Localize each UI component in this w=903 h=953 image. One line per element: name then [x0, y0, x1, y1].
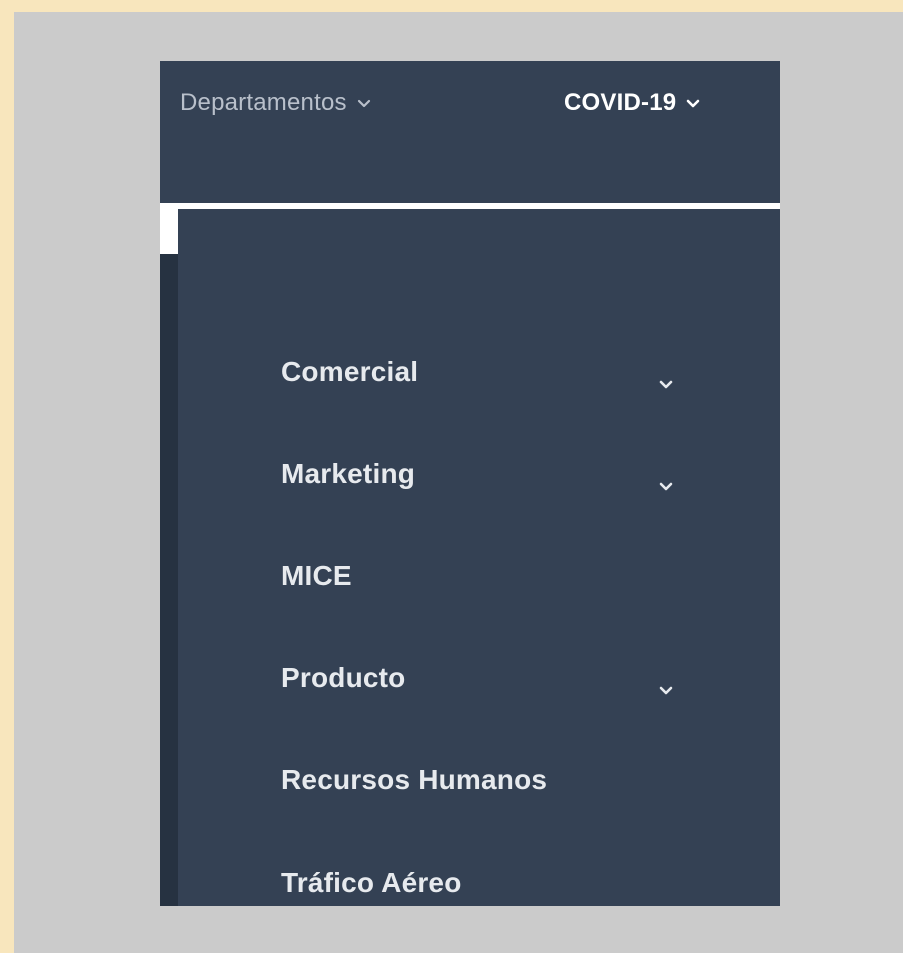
dropdown-item-marketing[interactable]: Marketing	[281, 454, 701, 494]
canvas-background: Departamentos COVID-19 Comercial Marketi…	[14, 12, 903, 953]
dropdown-item-recursos-humanos[interactable]: Recursos Humanos	[281, 760, 701, 800]
navigation-menu: Departamentos COVID-19 Comercial Marketi…	[160, 61, 780, 906]
dropdown-item-label: Recursos Humanos	[281, 764, 548, 795]
top-navbar: Departamentos COVID-19	[160, 61, 780, 203]
dropdown-item-label: Producto	[281, 662, 406, 693]
nav-item-label: Departamentos	[180, 89, 347, 116]
nav-item-departamentos[interactable]: Departamentos	[180, 87, 371, 119]
chevron-down-icon	[686, 99, 700, 108]
dropdown-item-producto[interactable]: Producto	[281, 658, 701, 698]
dropdown-panel: Comercial Marketing MICE Producto Recurs…	[178, 209, 780, 906]
dropdown-item-label: MICE	[281, 560, 352, 591]
dropdown-item-label: Tráfico Aéreo	[281, 867, 462, 898]
nav-item-label: COVID-19	[564, 89, 677, 116]
dropdown-item-trafico-aereo[interactable]: Tráfico Aéreo	[281, 863, 701, 903]
dropdown-item-label: Marketing	[281, 458, 416, 489]
chevron-down-icon[interactable]	[659, 466, 673, 498]
dropdown-item-mice[interactable]: MICE	[281, 556, 701, 596]
nav-item-covid-19[interactable]: COVID-19	[564, 87, 700, 119]
dropdown-item-label: Comercial	[281, 356, 419, 387]
dropdown-item-comercial[interactable]: Comercial	[281, 352, 701, 392]
dropdown-corner	[160, 209, 178, 254]
dropdown-accent-bar	[160, 254, 178, 906]
chevron-down-icon[interactable]	[659, 364, 673, 396]
chevron-down-icon	[357, 99, 371, 108]
chevron-down-icon[interactable]	[659, 670, 673, 702]
